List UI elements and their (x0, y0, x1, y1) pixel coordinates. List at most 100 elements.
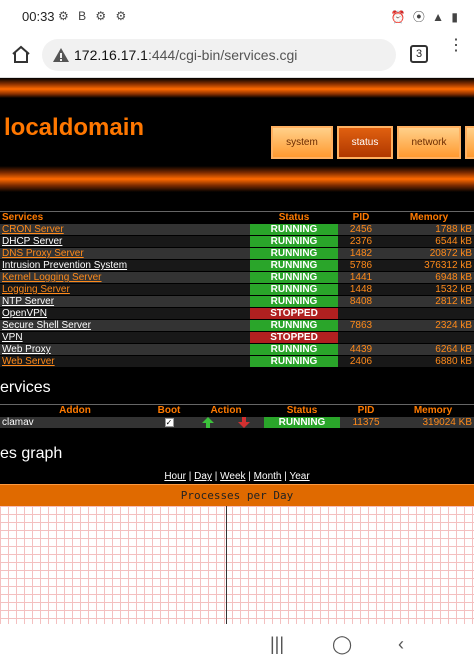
col-addon: Addon (0, 404, 150, 417)
top-glow-band (0, 78, 474, 98)
service-link[interactable]: OpenVPN (2, 308, 47, 319)
service-link[interactable]: VPN (2, 332, 23, 343)
url-text[interactable]: 172.16.17.1:444/cgi-bin/services.cgi (74, 47, 297, 63)
status-badge: RUNNING (250, 223, 338, 236)
table-row: Kernel Logging Server RUNNING 1441 6948 … (0, 271, 474, 284)
status-badge: RUNNING (250, 259, 338, 272)
pid-cell: 1441 (338, 271, 384, 284)
addon-header-row: Addon Boot Action Status PID Memory (0, 404, 474, 417)
address-bar[interactable]: 172.16.17.1:444/cgi-bin/services.cgi (42, 39, 396, 71)
pid-cell: 11375 (340, 416, 392, 430)
nav-system-button[interactable]: system (271, 126, 333, 159)
stop-arrow-icon[interactable] (238, 417, 251, 428)
status-badge: RUNNING (250, 343, 338, 356)
col-pid: PID (338, 211, 384, 224)
overflow-menu-icon[interactable]: ⋮ (448, 38, 464, 54)
col-status: Status (250, 211, 338, 224)
pid-cell (338, 331, 384, 344)
memory-cell: 1532 kB (384, 283, 474, 296)
service-link[interactable]: Kernel Logging Server (2, 272, 102, 283)
col-memory: Memory (384, 211, 474, 224)
service-link[interactable]: Web Server (2, 356, 55, 367)
graph-heading: es graph (0, 445, 63, 462)
period-links: Hour | Day | Week | Month | Year (164, 471, 310, 482)
table-row: clamav ✓ RUNNING 11375 319024 KB (0, 416, 474, 430)
period-month-link[interactable]: Month (254, 471, 282, 482)
status-badge: STOPPED (250, 307, 338, 320)
memory-cell: 6544 kB (384, 235, 474, 248)
status-badge: RUNNING (250, 235, 338, 248)
header-glow-band (0, 166, 474, 192)
recent-apps-icon[interactable]: ||| (270, 634, 284, 655)
col-pid: PID (340, 404, 392, 417)
service-link[interactable]: Secure Shell Server (2, 320, 91, 331)
service-link[interactable]: DHCP Server (2, 236, 62, 247)
service-link[interactable]: Web Proxy (2, 344, 51, 355)
system-nav-bar: ||| ◯ ‹ (0, 624, 474, 664)
col-services: Services (0, 211, 250, 224)
nav-more-button[interactable] (465, 126, 474, 159)
processes-graph (0, 506, 474, 624)
home-icon[interactable] (10, 43, 32, 65)
service-link[interactable]: DNS Proxy Server (2, 248, 84, 259)
table-row: DHCP Server RUNNING 2376 6544 kB (0, 235, 474, 248)
addon-name: clamav (0, 416, 150, 430)
table-row: Secure Shell Server RUNNING 7863 2324 kB (0, 319, 474, 332)
memory-cell: 6880 kB (384, 355, 474, 368)
table-row: DNS Proxy Server RUNNING 1482 20872 kB (0, 247, 474, 260)
status-badge: RUNNING (250, 355, 338, 368)
table-row: Intrusion Prevention System RUNNING 5786… (0, 259, 474, 272)
services-table: Services Status PID Memory CRON Server R… (0, 211, 474, 368)
memory-cell (384, 307, 474, 320)
col-status: Status (264, 404, 340, 417)
memory-cell: 2812 kB (384, 295, 474, 308)
period-year-link[interactable]: Year (289, 471, 309, 482)
memory-cell (384, 331, 474, 344)
service-link[interactable]: Intrusion Prevention System (2, 260, 127, 271)
col-memory: Memory (392, 404, 474, 417)
pid-cell: 2406 (338, 355, 384, 368)
status-badge: RUNNING (250, 247, 338, 260)
col-boot: Boot (150, 404, 188, 417)
memory-cell: 6264 kB (384, 343, 474, 356)
tab-switcher-button[interactable]: 3 (410, 45, 428, 63)
table-row: Logging Server RUNNING 1448 1532 kB (0, 283, 474, 296)
memory-cell: 319024 KB (392, 416, 474, 430)
url-host: 172.16.17.1 (74, 47, 148, 63)
pid-cell: 5786 (338, 259, 384, 272)
memory-cell: 2324 kB (384, 319, 474, 332)
page-content: localdomain system status network Servic… (0, 78, 474, 624)
back-icon[interactable]: ‹ (398, 634, 404, 655)
graph-title-bar: Processes per Day (0, 484, 474, 506)
pid-cell: 1448 (338, 283, 384, 296)
pid-cell: 2376 (338, 235, 384, 248)
table-row: NTP Server RUNNING 8408 2812 kB (0, 295, 474, 308)
period-day-link[interactable]: Day (194, 471, 212, 482)
status-badge: RUNNING (264, 416, 340, 430)
period-hour-link[interactable]: Hour (164, 471, 186, 482)
service-link[interactable]: CRON Server (2, 224, 64, 235)
memory-cell: 376312 kB (384, 259, 474, 272)
period-week-link[interactable]: Week (220, 471, 245, 482)
service-link[interactable]: Logging Server (2, 284, 70, 295)
status-badge: RUNNING (250, 319, 338, 332)
table-row: OpenVPN STOPPED (0, 307, 474, 320)
status-badge: STOPPED (250, 331, 338, 344)
memory-cell: 6948 kB (384, 271, 474, 284)
pid-cell (338, 307, 384, 320)
home-nav-icon[interactable]: ◯ (332, 634, 352, 655)
status-badge: RUNNING (250, 283, 338, 296)
memory-cell: 20872 kB (384, 247, 474, 260)
notification-icons: ⚙ B ⚙ ⚙ (58, 9, 130, 23)
browser-toolbar: 172.16.17.1:444/cgi-bin/services.cgi 3 ⋮ (0, 34, 474, 78)
nav-status-button[interactable]: status (337, 126, 393, 159)
services-header-row: Services Status PID Memory (0, 211, 474, 224)
boot-checkbox[interactable]: ✓ (164, 418, 174, 428)
start-arrow-icon[interactable] (201, 417, 214, 428)
service-link[interactable]: NTP Server (2, 296, 54, 307)
col-action: Action (188, 404, 264, 417)
warning-icon[interactable] (52, 46, 70, 64)
clock: 00:33 (22, 9, 55, 24)
memory-cell: 1788 kB (384, 223, 474, 236)
nav-network-button[interactable]: network (397, 126, 461, 159)
